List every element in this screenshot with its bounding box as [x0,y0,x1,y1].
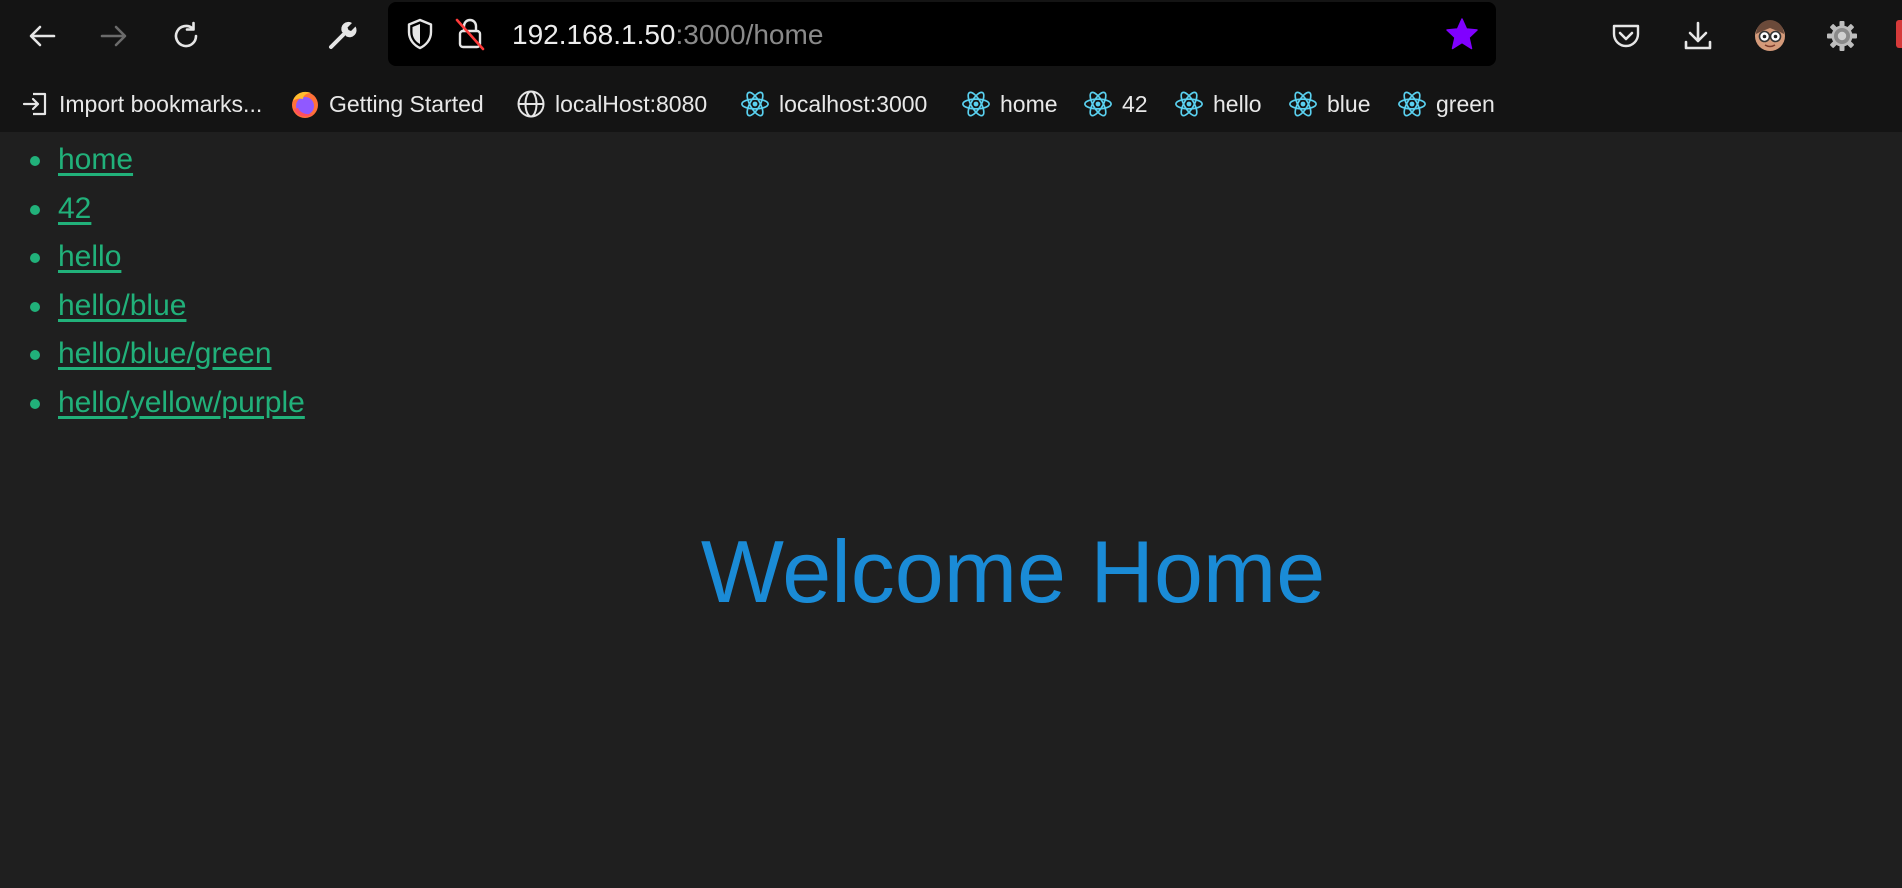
page-heading: Welcome Home [700,522,1326,621]
bookmark-blue[interactable]: blue [1288,82,1370,126]
extension-badge[interactable] [1896,20,1902,48]
settings-gear-icon [1827,21,1857,51]
reload-icon [174,21,198,48]
list-item: 42 [0,187,305,236]
list-item: hello/blue/green [0,332,305,381]
bookmark-label: hello [1213,90,1262,117]
bookmark-label: 42 [1122,90,1148,117]
insecure-lock-icon [455,18,485,51]
bookmark-label: Getting Started [329,90,484,117]
bookmark-label: localhost:3000 [779,90,928,117]
url-text[interactable]: 192.168.1.50:3000/home [512,2,823,66]
list-bullet [30,156,40,166]
list-bullet [30,398,40,409]
nav-link-hello-yellow-purple[interactable]: hello/yellow/purple [58,386,305,419]
list-bullet [30,350,40,360]
tracking-protection-button[interactable] [400,14,440,54]
bookmark-green[interactable]: green [1397,82,1495,126]
pocket-icon [1612,24,1640,48]
back-button[interactable] [20,14,64,58]
bookmark-import[interactable]: Import bookmarks... [20,82,262,126]
list-item: home [0,138,305,187]
list-item: hello [0,235,305,284]
page-content: home 42 hello hello/blue hello/blue/gree… [0,132,1902,888]
react-icon [1174,89,1204,119]
bookmark-home[interactable]: home [961,82,1058,126]
downloads-button[interactable] [1676,14,1720,58]
react-icon [1288,89,1318,119]
url-host: 192.168.1.50 [512,19,676,50]
bookmark-42[interactable]: 42 [1083,82,1148,126]
bookmark-hello[interactable]: hello [1174,82,1262,126]
shield-icon [407,18,433,50]
url-bar[interactable]: 192.168.1.50:3000/home [388,2,1496,66]
browser-chrome: 192.168.1.50:3000/home Import bookmarks.… [0,0,1902,132]
nav-link-hello-blue[interactable]: hello/blue [58,289,186,322]
bookmark-label: green [1436,90,1495,117]
react-icon [961,89,991,119]
globe-icon [516,89,546,119]
forward-icon [100,25,127,47]
list-item: hello/yellow/purple [0,381,305,430]
customize-button[interactable] [320,14,364,58]
reload-button[interactable] [164,14,208,58]
bookmark-label: localHost:8080 [555,90,708,117]
profile-button[interactable] [1748,14,1792,58]
bookmark-localhost-3000[interactable]: localhost:3000 [740,82,927,126]
profile-avatar-icon [1755,20,1785,51]
settings-button[interactable] [1820,14,1864,58]
react-icon [1397,89,1427,119]
bookmark-getting-started[interactable]: Getting Started [290,82,484,126]
back-icon [29,25,56,47]
bookmark-label: blue [1327,90,1371,117]
route-nav-list: home 42 hello hello/blue hello/blue/gree… [0,138,305,429]
nav-link-42[interactable]: 42 [58,192,91,225]
nav-link-home[interactable]: home [58,143,133,176]
site-security-button[interactable] [450,14,490,54]
bookmark-label: Import bookmarks... [59,90,263,117]
bookmark-star-icon [1446,18,1478,50]
bookmarks-toolbar: Import bookmarks... Getting Started loca… [0,82,1902,126]
download-icon [1684,21,1712,50]
list-bullet [30,301,40,312]
list-bullet [30,253,40,263]
wrench-icon [329,21,357,49]
list-item: hello/blue [0,284,305,333]
toolbar: 192.168.1.50:3000/home [0,0,1902,72]
firefox-icon [290,89,320,119]
url-path: :3000/home [675,19,824,50]
pocket-button[interactable] [1604,14,1648,58]
bookmark-label: home [1000,90,1058,117]
forward-button[interactable] [92,14,136,58]
list-bullet [30,204,40,215]
react-icon [1083,89,1113,119]
import-icon [20,89,50,119]
react-icon [740,89,770,119]
bookmark-star-button[interactable] [1442,14,1482,54]
nav-link-hello-blue-green[interactable]: hello/blue/green [58,337,272,370]
bookmark-localhost-8080[interactable]: localHost:8080 [516,82,707,126]
nav-link-hello[interactable]: hello [58,240,121,273]
